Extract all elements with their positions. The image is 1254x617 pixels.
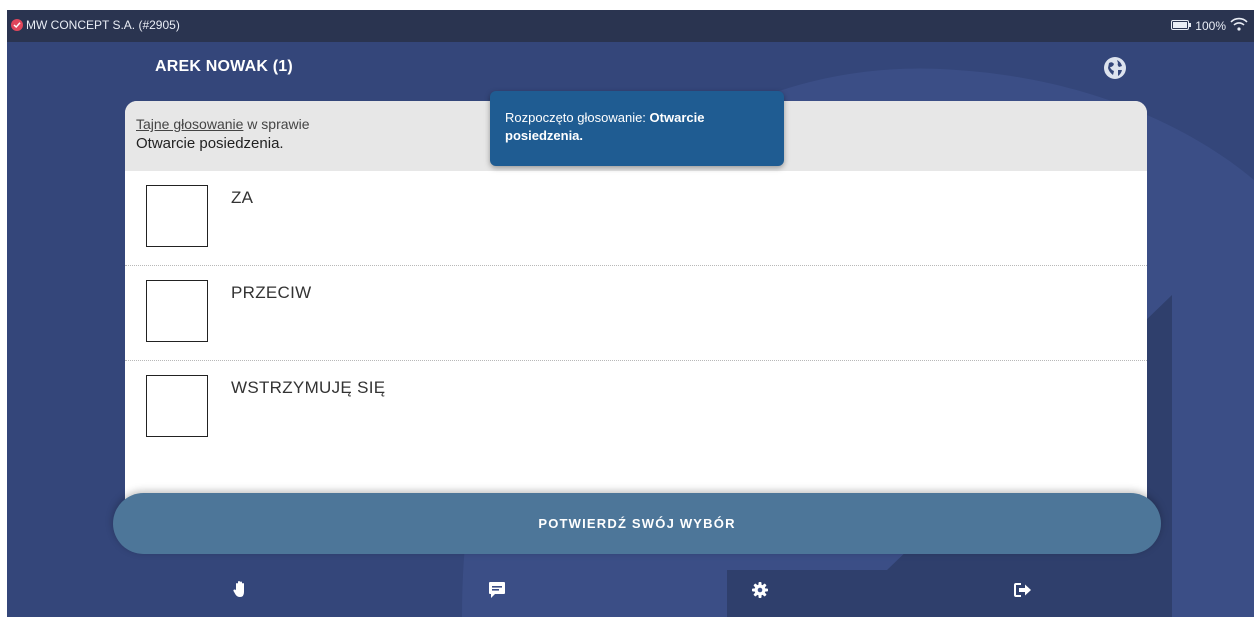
bottom-nav xyxy=(7,570,1254,617)
vote-type: Tajne głosowanie xyxy=(136,116,244,132)
option-label: ZA xyxy=(231,188,254,207)
confirm-choice-button[interactable]: POTWIERDŹ SWÓJ WYBÓR xyxy=(113,493,1161,554)
status-bar: MW CONCEPT S.A. (#2905) 100% xyxy=(7,10,1254,42)
option-checkbox[interactable] xyxy=(146,375,208,437)
user-name: AREK NOWAK (1) xyxy=(155,58,293,75)
chat-icon[interactable] xyxy=(485,578,509,602)
option-label: PRZECIW xyxy=(231,283,312,302)
globe-icon[interactable] xyxy=(1103,56,1127,80)
option-checkbox[interactable] xyxy=(146,280,208,342)
status-right: 100% xyxy=(1171,17,1248,34)
toast-prefix: Rozpoczęto głosowanie: xyxy=(505,110,650,125)
option-wstrzymuje[interactable]: WSTRZYMUJĘ SIĘ xyxy=(125,361,1147,455)
battery-level: 100% xyxy=(1195,18,1226,33)
option-przeciw[interactable]: PRZECIW xyxy=(125,266,1147,361)
logout-icon[interactable] xyxy=(1011,578,1035,602)
status-left: MW CONCEPT S.A. (#2905) xyxy=(11,18,180,32)
vote-type-suffix: w sprawie xyxy=(243,116,310,132)
vote-started-toast: Rozpoczęto głosowanie: Otwarcie posiedze… xyxy=(490,91,784,166)
org-title: MW CONCEPT S.A. (#2905) xyxy=(26,18,180,32)
battery-icon xyxy=(1171,19,1192,33)
check-circle-icon xyxy=(11,19,23,31)
wifi-icon xyxy=(1230,17,1248,34)
hand-icon[interactable] xyxy=(229,578,253,602)
option-checkbox[interactable] xyxy=(146,185,208,247)
option-za[interactable]: ZA xyxy=(125,171,1147,266)
option-label: WSTRZYMUJĘ SIĘ xyxy=(231,378,386,397)
app-frame: MW CONCEPT S.A. (#2905) 100% AREK NOWAK … xyxy=(7,10,1254,617)
gear-icon[interactable] xyxy=(748,578,772,602)
